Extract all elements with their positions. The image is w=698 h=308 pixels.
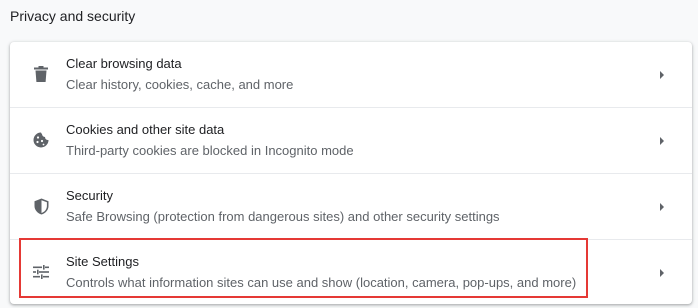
row-description: Clear history, cookies, cache, and more	[66, 77, 294, 92]
trash-icon	[30, 63, 52, 85]
sliders-icon	[30, 261, 52, 283]
chevron-right-icon	[656, 200, 668, 212]
row-description: Controls what information sites can use …	[66, 275, 577, 290]
chevron-right-icon	[656, 134, 668, 146]
shield-icon	[30, 195, 52, 217]
security-row[interactable]: Security Safe Browsing (protection from …	[10, 174, 692, 239]
site-settings-row[interactable]: Site Settings Controls what information …	[10, 240, 692, 304]
row-description: Safe Browsing (protection from dangerous…	[66, 209, 500, 224]
row-description: Third-party cookies are blocked in Incog…	[66, 143, 354, 158]
privacy-security-card: Clear browsing data Clear history, cooki…	[10, 42, 692, 304]
row-label: Clear browsing data	[66, 56, 182, 71]
clear-browsing-data-row[interactable]: Clear browsing data Clear history, cooki…	[10, 42, 692, 107]
row-label: Cookies and other site data	[66, 122, 225, 137]
section-title: Privacy and security	[10, 8, 136, 24]
row-label: Site Settings	[66, 254, 139, 269]
chevron-right-icon	[656, 68, 668, 80]
chevron-right-icon	[656, 266, 668, 278]
row-label: Security	[66, 188, 113, 203]
cookies-row[interactable]: Cookies and other site data Third-party …	[10, 108, 692, 173]
cookie-icon	[30, 129, 52, 151]
